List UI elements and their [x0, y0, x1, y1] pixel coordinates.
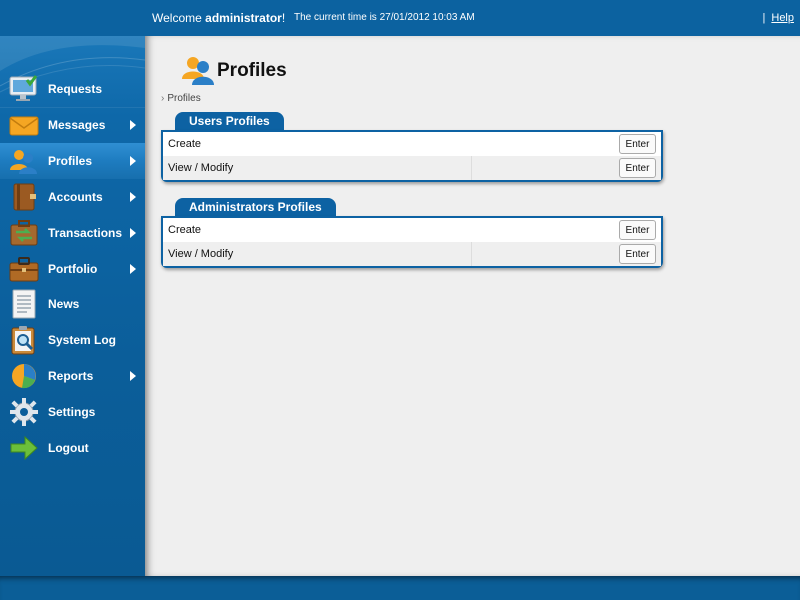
sidebar-item-news[interactable]: News — [0, 286, 145, 322]
sidebar-item-profiles[interactable]: Profiles — [0, 143, 145, 179]
enter-button[interactable]: Enter — [619, 158, 656, 178]
help-area: | Help — [763, 12, 794, 24]
table-row: View / Modify Enter — [163, 242, 661, 266]
administrators-profiles-panel: Create Enter View / Modify Enter — [161, 216, 663, 268]
breadcrumb-item[interactable]: Profiles — [167, 93, 200, 104]
envelope-icon — [9, 116, 39, 136]
submenu-arrow-icon — [130, 264, 136, 274]
help-separator: | — [762, 12, 766, 24]
sidebar-item-portfolio[interactable]: Portfolio — [0, 251, 145, 287]
row-label: View / Modify — [168, 248, 234, 260]
section-tab-administrators-profiles: Administrators Profiles — [175, 198, 336, 216]
sidebar-item-label: System Log — [48, 333, 117, 347]
briefcase-icon — [9, 257, 39, 282]
top-bar: Welcome administrator! The current time … — [0, 0, 800, 36]
page-title: Profiles — [217, 60, 287, 81]
row-label: Create — [168, 138, 202, 150]
sidebar-item-label: Messages — [48, 118, 106, 132]
submenu-arrow-icon — [130, 192, 136, 202]
submenu-arrow-icon — [130, 120, 136, 130]
row-label: View / Modify — [168, 162, 234, 174]
users-icon — [182, 57, 214, 85]
sidebar-item-logout[interactable]: Logout — [0, 430, 145, 466]
welcome-prefix: Welcome — [152, 11, 206, 25]
users-icon — [10, 150, 37, 174]
submenu-arrow-icon — [130, 228, 136, 238]
welcome-message: Welcome administrator! — [152, 11, 285, 25]
bottom-bar — [0, 576, 800, 600]
welcome-suffix: ! — [281, 11, 286, 25]
sidebar-item-label: Profiles — [48, 154, 93, 168]
sidebar-item-transactions[interactable]: Transactions — [0, 215, 145, 251]
enter-button[interactable]: Enter — [619, 244, 656, 264]
document-icon — [12, 289, 36, 319]
sidebar-item-label: Settings — [48, 405, 96, 419]
sidebar-item-accounts[interactable]: Accounts — [0, 179, 145, 215]
sidebar-item-label: Requests — [48, 82, 103, 96]
section-tab-users-profiles: Users Profiles — [175, 112, 284, 130]
sidebar-item-requests[interactable]: Requests — [0, 71, 145, 107]
table-row: Create Enter — [163, 132, 661, 156]
main-content: Profiles › Profiles Users Profiles Create… — [145, 36, 800, 576]
book-icon — [13, 183, 36, 211]
sidebar-item-reports[interactable]: Reports — [0, 358, 145, 394]
magnifier-clipboard-icon — [11, 326, 35, 355]
column-divider — [471, 156, 472, 180]
submenu-arrow-icon — [130, 156, 136, 166]
sidebar-item-label: Transactions — [48, 226, 123, 240]
sidebar-item-messages[interactable]: Messages — [0, 107, 145, 143]
username: administrator — [205, 11, 282, 25]
sidebar-item-label: Reports — [48, 369, 94, 383]
column-divider — [471, 242, 472, 266]
breadcrumb-separator: › — [161, 93, 165, 104]
pie-chart-icon — [12, 364, 36, 389]
monitor-icon — [9, 75, 38, 101]
sidebar-nav: Requests Messages Profiles Accounts Tran… — [0, 36, 145, 576]
arrow-right-icon — [10, 435, 38, 461]
sidebar-item-label: Accounts — [48, 190, 103, 204]
submenu-arrow-icon — [130, 371, 136, 381]
current-time: The current time is 27/01/2012 10:03 AM — [294, 12, 475, 23]
breadcrumb: › Profiles — [161, 93, 201, 104]
help-link[interactable]: Help — [771, 12, 794, 24]
sidebar-item-label: Logout — [48, 441, 89, 455]
enter-button[interactable]: Enter — [619, 220, 656, 240]
transfer-icon — [10, 220, 38, 246]
row-label: Create — [168, 224, 202, 236]
sidebar-item-label: News — [48, 297, 80, 311]
sidebar-item-label: Portfolio — [48, 262, 98, 276]
sidebar-item-system-log[interactable]: System Log — [0, 322, 145, 358]
gear-icon — [10, 398, 38, 426]
table-row: Create Enter — [163, 218, 661, 242]
table-row: View / Modify Enter — [163, 156, 661, 180]
sidebar-item-settings[interactable]: Settings — [0, 394, 145, 430]
users-profiles-panel: Create Enter View / Modify Enter — [161, 130, 663, 182]
enter-button[interactable]: Enter — [619, 134, 656, 154]
